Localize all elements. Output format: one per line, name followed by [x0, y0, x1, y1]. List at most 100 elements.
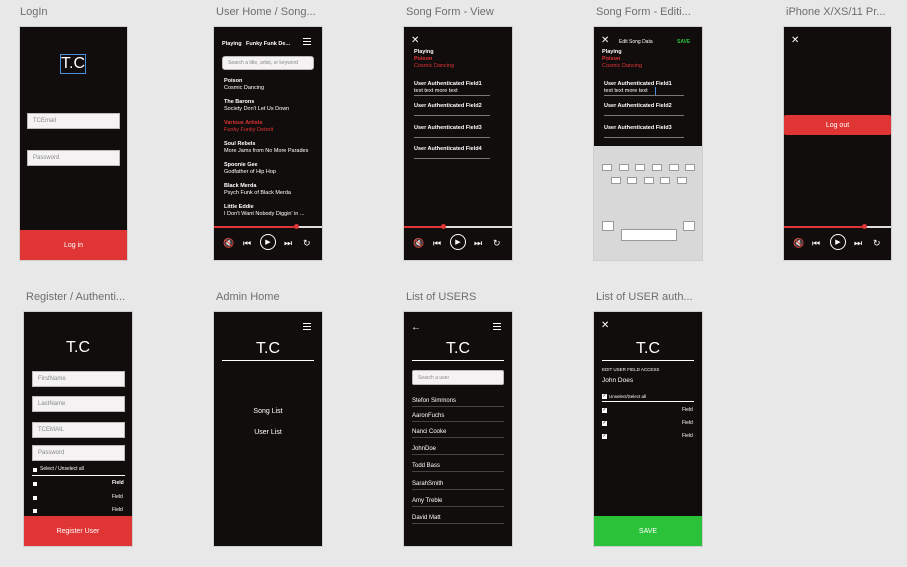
- key[interactable]: [660, 177, 670, 184]
- now-playing-title[interactable]: Funky Funk De...: [246, 41, 290, 47]
- user-list-item[interactable]: David Matt: [412, 515, 504, 524]
- field1-input[interactable]: text text more text: [604, 88, 648, 94]
- logout-button[interactable]: Log out: [784, 115, 891, 135]
- previous-icon[interactable]: ⏮: [433, 238, 441, 248]
- progress-bar[interactable]: [214, 224, 322, 229]
- close-icon[interactable]: ✕: [791, 36, 799, 46]
- play-button[interactable]: ▶: [450, 234, 466, 250]
- mute-icon[interactable]: 🔇: [413, 238, 424, 248]
- song-list-item[interactable]: Poison Cosmic Dancing: [224, 78, 264, 92]
- logo: T.C: [636, 340, 660, 357]
- next-icon[interactable]: ⏭: [854, 238, 862, 248]
- space-key[interactable]: [621, 229, 677, 241]
- user-list-item[interactable]: SarahSmith: [412, 481, 504, 490]
- player-bar: 🔇 ⏮ ▶ ⏭ ↻: [214, 224, 322, 260]
- repeat-icon[interactable]: ↻: [303, 238, 311, 248]
- search-input[interactable]: Search a title, artist, or keyword: [222, 56, 314, 70]
- password-input[interactable]: Password: [32, 445, 125, 461]
- user-list-item[interactable]: Nanci Cooke: [412, 429, 504, 438]
- repeat-icon[interactable]: ↻: [493, 238, 501, 248]
- close-icon[interactable]: ✕: [601, 321, 609, 331]
- field-checkbox[interactable]: [33, 509, 37, 513]
- mute-icon[interactable]: 🔇: [223, 238, 234, 248]
- select-all-checkbox[interactable]: ✓: [602, 394, 607, 399]
- progress-bar[interactable]: [784, 224, 891, 229]
- song-title: The Barons: [224, 99, 255, 105]
- save-button[interactable]: SAVE: [594, 516, 702, 546]
- previous-icon[interactable]: ⏮: [243, 238, 251, 248]
- logo: T.C: [256, 340, 280, 357]
- divider: [604, 137, 684, 138]
- key[interactable]: [627, 177, 637, 184]
- artboard-song-view: ✕ Playing Poison Cosmic Dancing User Aut…: [404, 27, 512, 260]
- user-list-link[interactable]: User List: [214, 429, 322, 436]
- select-all-checkbox[interactable]: [33, 468, 37, 472]
- user-list-item[interactable]: Amy Treble: [412, 498, 504, 507]
- login-button[interactable]: Log in: [20, 230, 127, 260]
- song-list-item[interactable]: Spoonie Gee Godfather of Hip Hop: [224, 162, 276, 176]
- user-list-item[interactable]: Stefon Simmons: [412, 398, 504, 407]
- close-icon[interactable]: ✕: [601, 36, 609, 46]
- field1-label: User Authenticated Field1: [414, 81, 482, 87]
- key[interactable]: [669, 164, 679, 171]
- back-arrow-icon[interactable]: ←: [411, 322, 421, 333]
- key[interactable]: [619, 164, 629, 171]
- field-label: Field: [112, 494, 123, 500]
- song-list-item[interactable]: Black Merda Psych Funk of Black Merda: [224, 183, 291, 197]
- key[interactable]: [635, 164, 645, 171]
- logo: T.C: [66, 339, 90, 356]
- previous-icon[interactable]: ⏮: [812, 238, 820, 248]
- progress-knob[interactable]: [441, 224, 446, 229]
- search-user-input[interactable]: Search a user: [412, 370, 504, 385]
- key[interactable]: [602, 164, 612, 171]
- key[interactable]: [611, 177, 621, 184]
- divider: [412, 360, 504, 361]
- field-checkbox[interactable]: ✓: [602, 408, 607, 413]
- field1-label: User Authenticated Field1: [604, 81, 672, 87]
- user-list-item[interactable]: JohnDoe: [412, 446, 504, 455]
- password-input[interactable]: Password: [27, 150, 120, 166]
- shift-key[interactable]: [602, 221, 614, 231]
- field-checkbox[interactable]: ✓: [602, 434, 607, 439]
- play-button[interactable]: ▶: [830, 234, 846, 250]
- key[interactable]: [652, 164, 662, 171]
- divider: [32, 475, 125, 476]
- firstname-input[interactable]: FirstName: [32, 371, 125, 387]
- close-icon[interactable]: ✕: [411, 36, 419, 46]
- repeat-icon[interactable]: ↻: [873, 238, 881, 248]
- key[interactable]: [644, 177, 654, 184]
- progress-knob[interactable]: [294, 224, 299, 229]
- song-list-link[interactable]: Song List: [214, 408, 322, 415]
- menu-icon[interactable]: [303, 323, 311, 332]
- field-checkbox[interactable]: ✓: [602, 421, 607, 426]
- register-button[interactable]: Register User: [24, 516, 132, 546]
- divider: [604, 115, 684, 116]
- key[interactable]: [677, 177, 687, 184]
- field-checkbox[interactable]: [33, 496, 37, 500]
- lastname-input[interactable]: LastName: [32, 396, 125, 412]
- song-list-item[interactable]: Soul Rebels More Jams from No More Parade…: [224, 141, 308, 155]
- save-link[interactable]: SAVE: [677, 39, 690, 45]
- song-list-item[interactable]: The Barons Society Don't Let Us Down: [224, 99, 289, 113]
- progress-bar[interactable]: [404, 224, 512, 229]
- progress-knob[interactable]: [862, 224, 867, 229]
- artboard-title-iphone: iPhone X/XS/11 Pr...: [786, 6, 886, 18]
- play-button[interactable]: ▶: [260, 234, 276, 250]
- song-list-item[interactable]: Various Artists Funky Funky Detroit: [224, 120, 273, 134]
- next-icon[interactable]: ⏭: [474, 238, 482, 248]
- user-list-item[interactable]: AaronFuchs: [412, 413, 504, 422]
- song-artist: I Don't Want Nobody Diggin' in ...: [224, 211, 305, 217]
- menu-icon[interactable]: [493, 323, 501, 332]
- next-icon[interactable]: ⏭: [284, 238, 292, 248]
- email-input[interactable]: TCEMAIL: [32, 422, 125, 438]
- menu-icon[interactable]: [303, 38, 311, 47]
- user-list-item[interactable]: Todd Bass: [412, 463, 504, 472]
- return-key[interactable]: [683, 221, 695, 231]
- field-checkbox[interactable]: [33, 482, 37, 486]
- mute-icon[interactable]: 🔇: [793, 238, 804, 248]
- artboard-title-list-users: List of USERS: [406, 291, 477, 303]
- key[interactable]: [685, 164, 695, 171]
- email-input[interactable]: TCEmail: [27, 113, 120, 129]
- song-list-item[interactable]: Little Eddie I Don't Want Nobody Diggin' …: [224, 204, 304, 218]
- field-label: Field: [112, 480, 124, 486]
